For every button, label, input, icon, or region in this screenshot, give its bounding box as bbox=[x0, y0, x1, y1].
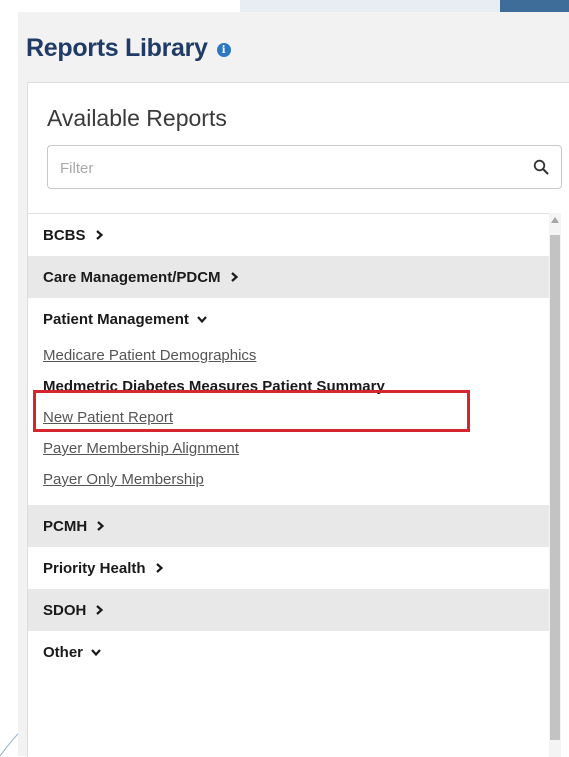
filter-input[interactable] bbox=[58, 146, 522, 190]
chevron-right-icon bbox=[95, 230, 103, 240]
category-label: BCBS bbox=[43, 226, 86, 244]
chevron-down-icon bbox=[91, 649, 101, 657]
report-category-list: BCBS Care Management/PDCM Patient Manage… bbox=[28, 213, 549, 673]
reports-library: Reports Library i Available Reports BCBS… bbox=[18, 12, 569, 757]
category-care-management[interactable]: Care Management/PDCM bbox=[28, 256, 549, 298]
panel-title: Available Reports bbox=[47, 105, 227, 131]
category-pcmh[interactable]: PCMH bbox=[28, 505, 549, 547]
page-title: Reports Library bbox=[26, 33, 208, 62]
chevron-right-icon bbox=[96, 605, 104, 615]
category-label: Priority Health bbox=[43, 559, 146, 577]
highlight-annotation bbox=[33, 390, 470, 432]
category-priority-health[interactable]: Priority Health bbox=[28, 547, 549, 589]
category-label: Patient Management bbox=[43, 310, 189, 328]
library-header: Reports Library i bbox=[18, 12, 569, 84]
chevron-right-icon bbox=[155, 563, 163, 573]
info-icon[interactable]: i bbox=[216, 43, 231, 57]
report-link-medicare-demographics[interactable]: Medicare Patient Demographics bbox=[28, 340, 549, 371]
scrollbar-thumb[interactable] bbox=[550, 235, 560, 740]
category-label: PCMH bbox=[43, 517, 88, 535]
category-bcbs[interactable]: BCBS bbox=[28, 214, 549, 256]
chevron-down-icon bbox=[197, 316, 207, 324]
report-link-payer-only-membership[interactable]: Payer Only Membership bbox=[28, 464, 549, 495]
search-icon[interactable] bbox=[533, 159, 549, 175]
category-label: SDOH bbox=[43, 601, 87, 619]
list-scrollbar[interactable] bbox=[549, 213, 561, 757]
chevron-right-icon bbox=[230, 272, 238, 282]
category-label: Other bbox=[43, 643, 84, 661]
category-sdoh[interactable]: SDOH bbox=[28, 589, 549, 631]
category-label: Care Management/PDCM bbox=[43, 268, 221, 286]
scroll-up-arrow-icon[interactable] bbox=[551, 217, 559, 223]
category-other[interactable]: Other bbox=[28, 631, 549, 673]
chevron-right-icon bbox=[97, 521, 105, 531]
filter-field[interactable] bbox=[47, 145, 562, 190]
category-patient-management[interactable]: Patient Management bbox=[28, 298, 549, 340]
report-link-payer-membership-alignment[interactable]: Payer Membership Alignment bbox=[28, 433, 549, 464]
